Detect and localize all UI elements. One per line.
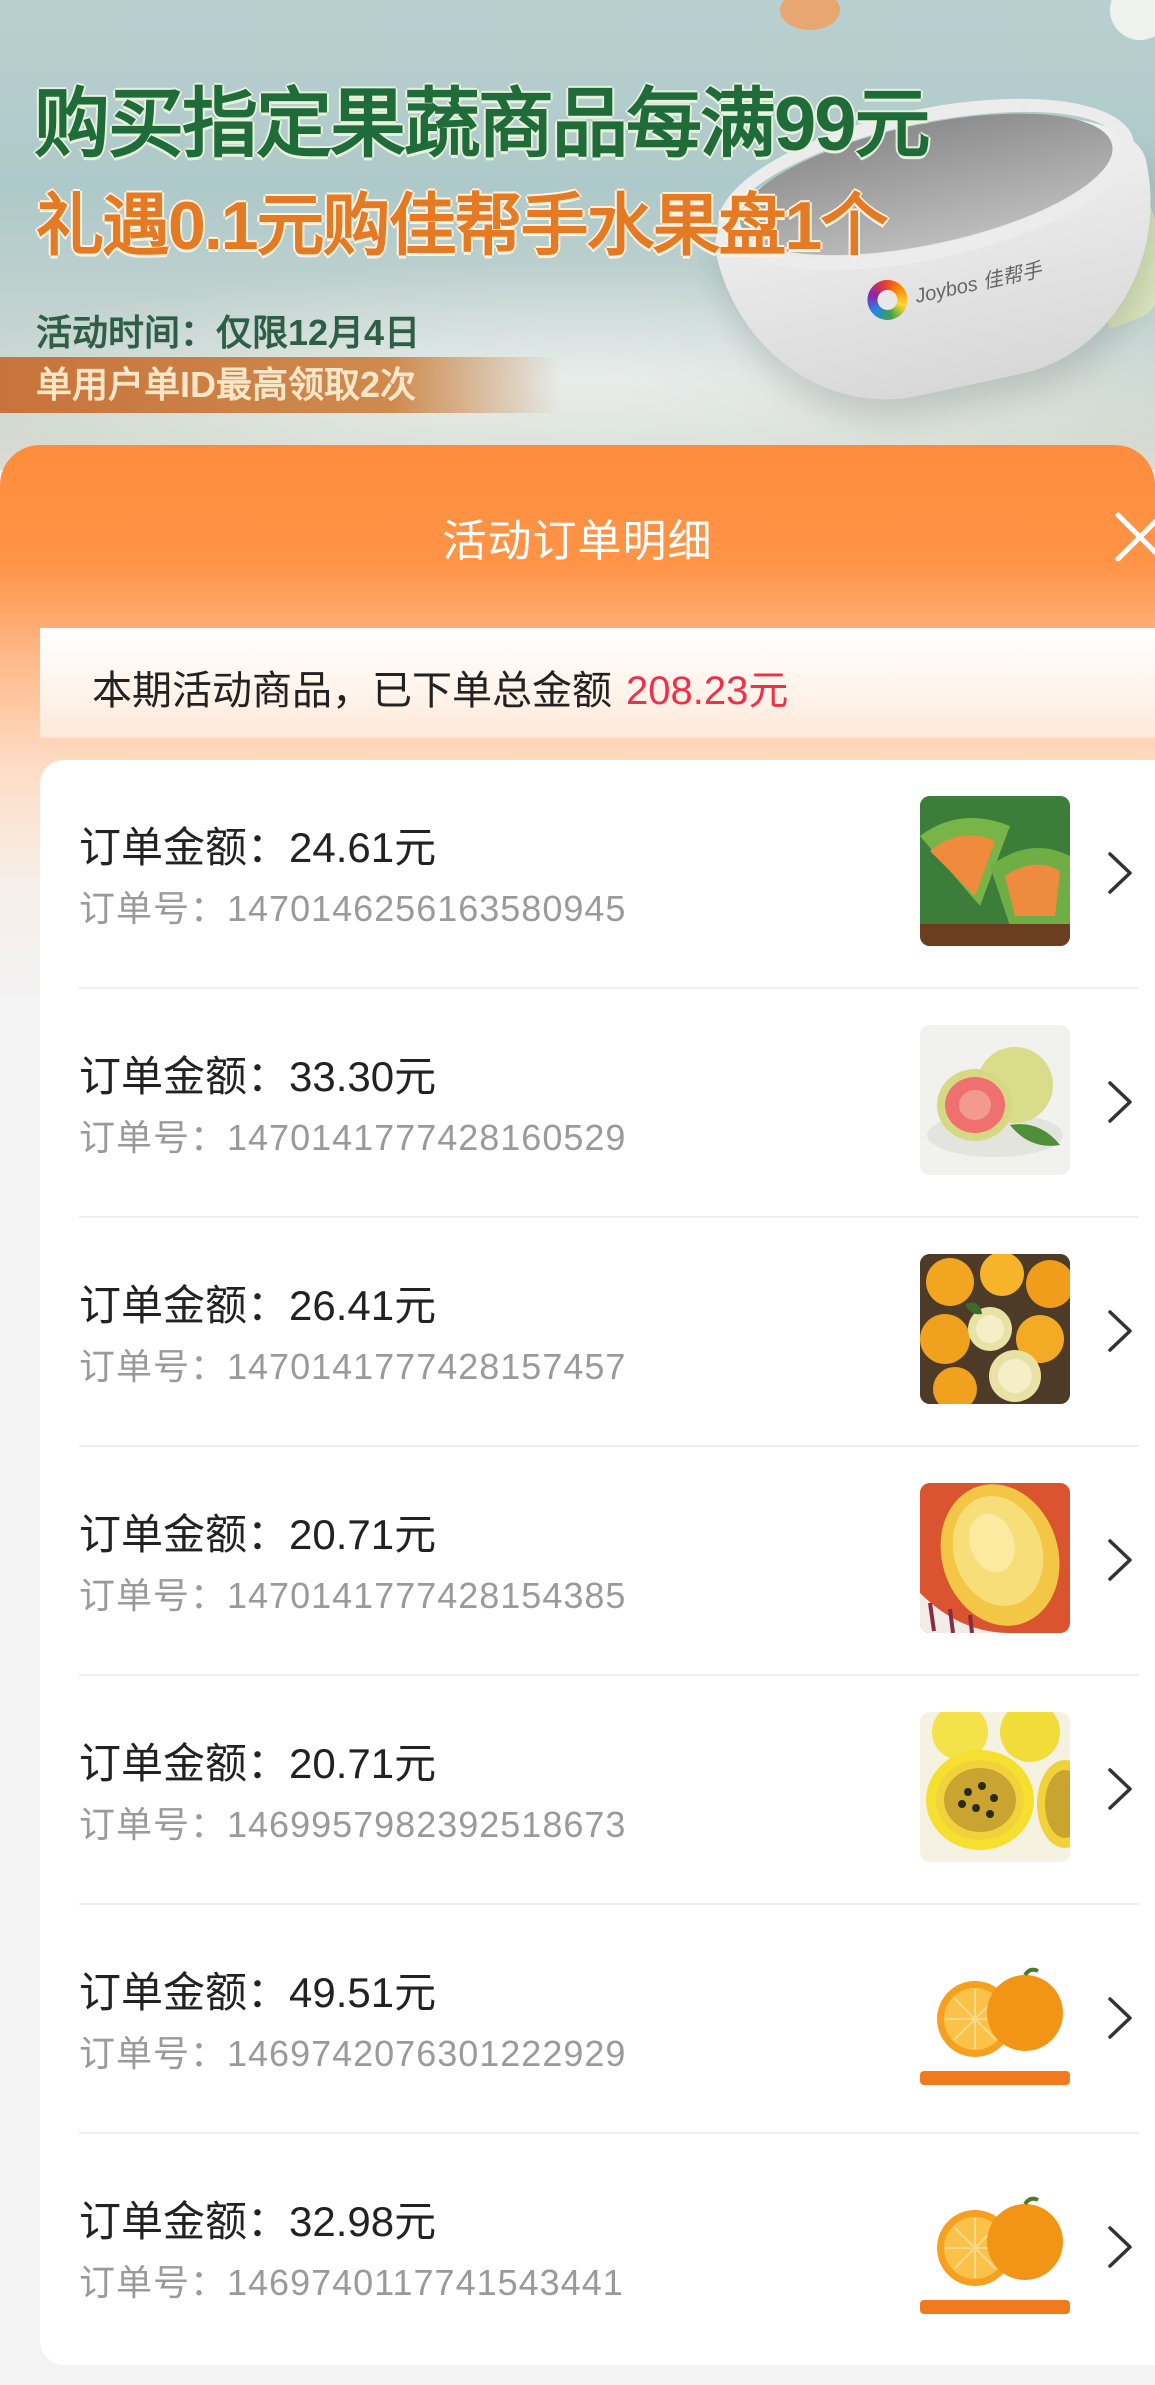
order-number: 订单号：1469742076301222929 — [79, 2033, 627, 2074]
product-thumbnail — [920, 1483, 1070, 1633]
banner-subheadline: 礼遇0.1元购佳帮手水果盘1个 — [36, 188, 888, 264]
product-thumbnail — [920, 2170, 1070, 2320]
chevron-right-icon — [1108, 1081, 1132, 1123]
order-number: 订单号：1470141777428154385 — [79, 1575, 627, 1616]
summary-label: 本期活动商品，已下单总金额 — [92, 669, 612, 713]
chevron-right-icon — [1108, 1768, 1132, 1810]
order-number: 订单号：1469957982392518673 — [79, 1804, 627, 1845]
order-number: 订单号：1470146256163580945 — [79, 888, 627, 929]
order-amount: 订单金额：20.71元 — [79, 1511, 437, 1558]
chevron-right-icon — [1108, 1539, 1132, 1581]
limit-note: 单用户单ID最高领取2次 — [0, 357, 560, 413]
activity-page: Joybos 佳帮手 购买指定果蔬商品每满99元 礼遇0.1元购佳帮手水果盘1个… — [0, 0, 1155, 2385]
order-row[interactable]: 订单金额：26.41元 订单号：1470141777428157457 — [40, 1218, 1155, 1447]
chevron-right-icon — [1108, 852, 1132, 894]
promo-banner: Joybos 佳帮手 购买指定果蔬商品每满99元 礼遇0.1元购佳帮手水果盘1个… — [0, 0, 1155, 470]
product-thumbnail — [920, 1712, 1070, 1862]
close-button[interactable] — [1110, 507, 1155, 567]
order-row[interactable]: 订单金额：20.71元 订单号：1470141777428154385 — [40, 1447, 1155, 1676]
flower-decoration — [780, 0, 840, 30]
order-amount: 订单金额：20.71元 — [79, 1740, 437, 1787]
order-amount: 订单金额：26.41元 — [79, 1282, 437, 1329]
order-row[interactable]: 订单金额：33.30元 订单号：1470141777428160529 — [40, 989, 1155, 1218]
order-number: 订单号：1470141777428157457 — [79, 1346, 627, 1387]
order-amount: 订单金额：24.61元 — [79, 824, 437, 871]
order-number: 订单号：1469740117741543441 — [79, 2262, 624, 2303]
sheet-title: 活动订单明细 — [442, 517, 713, 566]
banner-headline: 购买指定果蔬商品每满99元 — [34, 82, 931, 167]
order-row[interactable]: 订单金额：32.98元 订单号：1469740117741543441 — [40, 2134, 1155, 2363]
summary-amount: 208.23元 — [626, 669, 789, 713]
chevron-right-icon — [1108, 1310, 1132, 1352]
product-thumbnail — [920, 796, 1070, 946]
product-thumbnail — [920, 1941, 1070, 2091]
product-thumbnail — [920, 1025, 1070, 1175]
order-row[interactable]: 订单金额：20.71元 订单号：1469957982392518673 — [40, 1676, 1155, 1905]
order-amount: 订单金额：33.30元 — [79, 1053, 437, 1100]
product-thumbnail — [920, 1254, 1070, 1404]
order-number: 订单号：1470141777428160529 — [79, 1117, 627, 1158]
order-row[interactable]: 订单金额：24.61元 订单号：1470146256163580945 — [40, 760, 1155, 989]
order-row[interactable]: 订单金额：49.51元 订单号：1469742076301222929 — [40, 1905, 1155, 2134]
chevron-right-icon — [1108, 2226, 1132, 2268]
close-icon — [1115, 512, 1155, 562]
order-amount: 订单金额：49.51元 — [79, 1969, 437, 2016]
chevron-right-icon — [1108, 1997, 1132, 2039]
order-list: 订单金额：24.61元 订单号：1470146256163580945 订单金额… — [40, 760, 1155, 2365]
activity-time: 活动时间：仅限12月4日 — [36, 312, 421, 353]
order-amount: 订单金额：32.98元 — [79, 2198, 437, 2245]
order-summary: 本期活动商品，已下单总金额 208.23元 — [40, 628, 1155, 738]
